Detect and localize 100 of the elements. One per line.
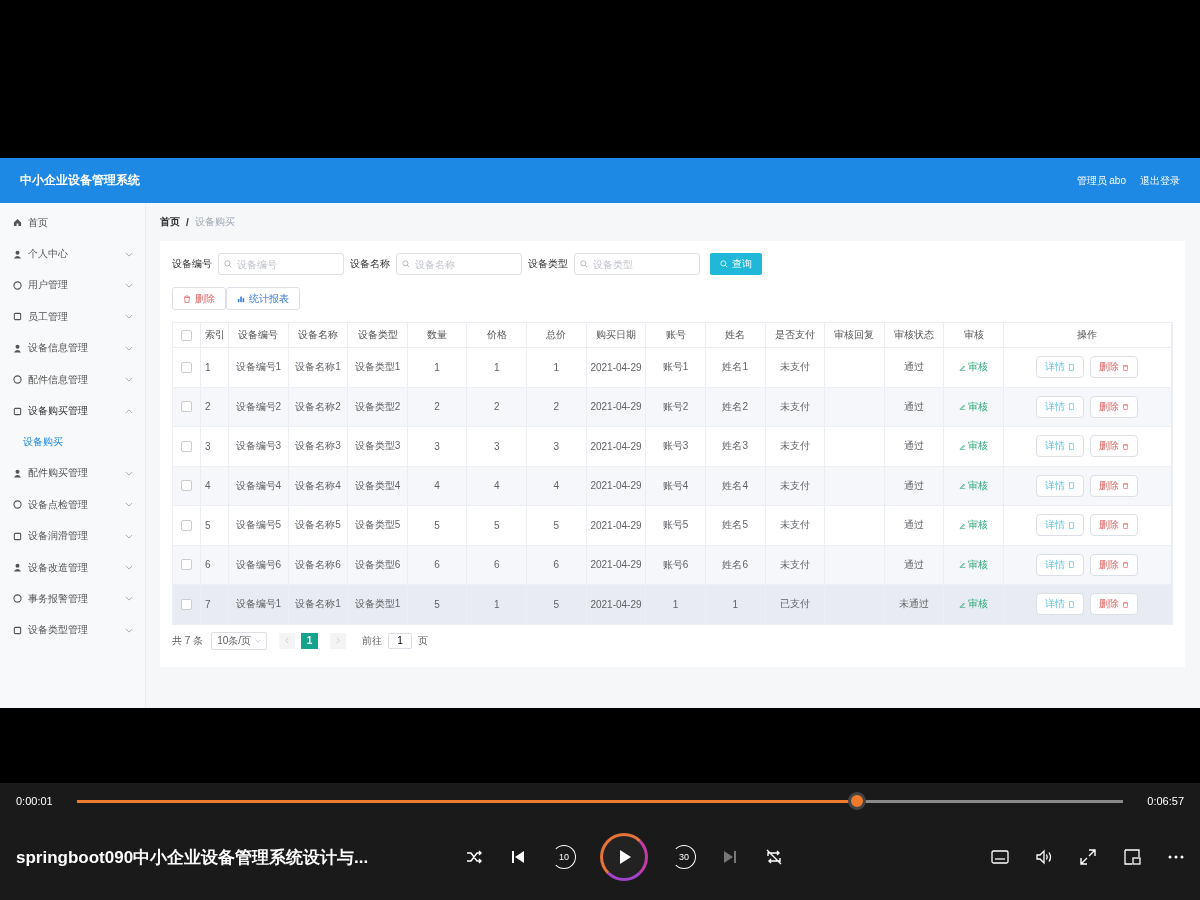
review-link[interactable]: 审核 xyxy=(959,518,989,533)
document-icon xyxy=(1068,482,1076,490)
sidebar-item[interactable]: 配件信息管理 xyxy=(0,363,145,396)
checkbox[interactable] xyxy=(181,401,192,413)
table-cell: 2 xyxy=(407,387,468,426)
sidebar-item[interactable]: 事务报警管理 xyxy=(0,583,145,615)
detail-button[interactable]: 详情 xyxy=(1036,474,1085,497)
delete-button[interactable]: 删除 xyxy=(172,287,226,310)
video-title: springboot090中小企业设备管理系统设计与... xyxy=(16,846,370,869)
logout-link[interactable]: 退出登录 xyxy=(1140,173,1180,188)
table-cell: 账号4 xyxy=(646,466,706,505)
menu-icon xyxy=(13,375,22,385)
chevron-icon xyxy=(125,596,133,602)
page-button[interactable]: 1 xyxy=(301,632,319,649)
table-cell: 3 xyxy=(201,427,229,466)
mini-player-icon[interactable] xyxy=(1122,847,1142,867)
subtitles-icon[interactable] xyxy=(990,847,1010,867)
delete-button[interactable]: 删除 xyxy=(1090,435,1139,458)
delete-button[interactable]: 删除 xyxy=(1090,474,1139,497)
column-header: 索引 xyxy=(201,323,229,347)
checkbox[interactable] xyxy=(181,480,192,492)
table-cell: 设备名称4 xyxy=(288,466,349,505)
table-cell: 账号1 xyxy=(646,348,706,387)
review-link[interactable]: 审核 xyxy=(959,399,989,414)
breadcrumb-link[interactable]: 设备购买 xyxy=(194,215,235,229)
checkbox[interactable] xyxy=(181,559,192,571)
checkbox[interactable] xyxy=(181,519,192,531)
sidebar-subitem[interactable]: 设备购买 xyxy=(0,426,145,458)
table-cell: 设备类型3 xyxy=(348,427,408,466)
sidebar-item[interactable]: 设备类型管理 xyxy=(0,614,145,647)
column-header: 购买日期 xyxy=(586,323,647,347)
table-cell: 设备编号1 xyxy=(229,348,289,387)
detail-button[interactable]: 详情 xyxy=(1036,593,1085,616)
field-label: 设备类型 xyxy=(528,257,568,271)
volume-icon[interactable] xyxy=(1034,847,1054,867)
checkbox[interactable] xyxy=(181,361,192,373)
menu-icon xyxy=(13,406,22,416)
review-link[interactable]: 审核 xyxy=(959,478,989,493)
detail-button[interactable]: 详情 xyxy=(1036,395,1085,418)
table-cell: 2021-04-29 xyxy=(586,387,647,426)
sidebar-item[interactable]: 设备购买管理 xyxy=(0,395,145,427)
search-button[interactable]: 查询 xyxy=(710,253,762,275)
document-icon xyxy=(1068,363,1076,371)
checkbox[interactable] xyxy=(181,329,192,341)
field-label: 设备编号 xyxy=(172,257,212,271)
table-cell: 1 xyxy=(201,348,229,387)
edit-icon xyxy=(959,600,967,608)
seek-handle[interactable] xyxy=(848,792,867,810)
chevron-icon xyxy=(125,408,133,414)
report-button[interactable]: 统计报表 xyxy=(226,287,300,310)
sidebar-item[interactable]: 设备点检管理 xyxy=(0,489,145,521)
table-cell: 未支付 xyxy=(765,466,826,505)
review-link[interactable]: 审核 xyxy=(959,360,989,375)
delete-button[interactable]: 删除 xyxy=(1090,356,1139,379)
sidebar-item[interactable]: 员工管理 xyxy=(0,301,145,333)
edit-icon xyxy=(959,442,967,450)
trash-icon xyxy=(1122,363,1130,371)
table-cell: 5 xyxy=(467,506,528,545)
trash-icon xyxy=(1122,600,1130,608)
repeat-icon[interactable] xyxy=(764,847,784,867)
sidebar-item[interactable]: 设备信息管理 xyxy=(0,332,145,364)
review-link[interactable]: 审核 xyxy=(959,439,989,454)
edit-icon xyxy=(959,403,967,411)
detail-button[interactable]: 详情 xyxy=(1036,514,1085,537)
page-input[interactable]: 1 xyxy=(388,632,413,649)
table-cell: 1 xyxy=(527,348,587,387)
detail-button[interactable]: 详情 xyxy=(1036,553,1085,576)
sidebar-item[interactable]: 首页 xyxy=(0,207,145,239)
delete-button[interactable]: 删除 xyxy=(1090,514,1139,537)
play-button[interactable] xyxy=(600,833,648,881)
review-link[interactable]: 审核 xyxy=(959,597,989,612)
delete-button[interactable]: 删除 xyxy=(1090,553,1139,576)
table-cell: 1 xyxy=(705,585,766,624)
sidebar-item[interactable]: 设备改造管理 xyxy=(0,551,145,584)
menu-icon xyxy=(13,468,22,478)
delete-button[interactable]: 删除 xyxy=(1090,395,1139,418)
sidebar-item[interactable]: 配件购买管理 xyxy=(0,457,145,490)
checkbox[interactable] xyxy=(181,440,192,452)
document-icon xyxy=(1068,403,1076,411)
column-header: 操作 xyxy=(1004,323,1172,347)
detail-button[interactable]: 详情 xyxy=(1036,435,1085,458)
table-cell: 7 xyxy=(201,585,229,624)
menu-icon xyxy=(13,312,22,322)
sidebar-item[interactable]: 用户管理 xyxy=(0,269,145,302)
breadcrumb-link[interactable]: 首页 xyxy=(160,215,180,229)
table-cell: 通过 xyxy=(884,348,945,387)
chevron-icon xyxy=(125,314,133,320)
table-cell: 账号3 xyxy=(646,427,706,466)
sidebar-item[interactable]: 设备润滑管理 xyxy=(0,520,145,552)
table-cell: 1 xyxy=(407,348,468,387)
review-link[interactable]: 审核 xyxy=(959,557,989,572)
delete-button[interactable]: 删除 xyxy=(1090,593,1139,616)
detail-button[interactable]: 详情 xyxy=(1036,356,1085,379)
page-size-select[interactable]: 10条/页 xyxy=(211,631,268,650)
trash-icon xyxy=(183,294,191,303)
fullscreen-icon[interactable] xyxy=(1078,847,1098,867)
menu-icon xyxy=(13,249,22,259)
sidebar-item[interactable]: 个人中心 xyxy=(0,238,145,270)
chevron-icon xyxy=(125,251,133,257)
checkbox[interactable] xyxy=(181,598,192,610)
